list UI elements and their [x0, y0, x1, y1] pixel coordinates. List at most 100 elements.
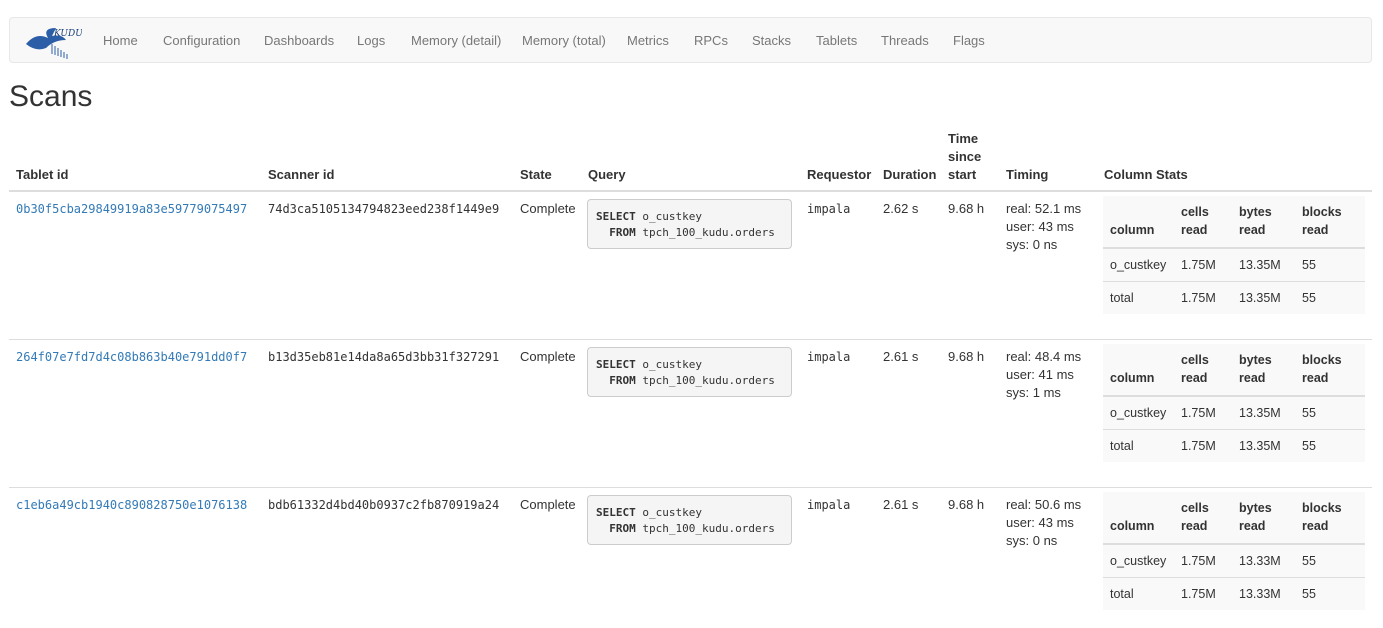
- query-select-columns: o_custkey: [642, 358, 702, 371]
- stats-cells-read: 1.75M: [1174, 428, 1232, 462]
- stats-cells-read: 1.75M: [1181, 405, 1216, 420]
- stats-cells-read: 1.75M: [1174, 280, 1232, 314]
- query-from-keyword: FROM: [609, 374, 636, 387]
- nav-memory-detail[interactable]: Memory (detail): [411, 33, 501, 48]
- query-select-columns: o_custkey: [642, 506, 702, 519]
- stats-cells-read: 1.75M: [1174, 576, 1232, 610]
- stats-bytes-read: 13.35M: [1239, 405, 1281, 420]
- stats-header-blocks-read: blocks read: [1295, 492, 1365, 545]
- stats-bytes-read: 13.35M: [1239, 257, 1281, 272]
- column-stats-table: column cells read bytes read blocks read o_cust…: [1103, 344, 1365, 462]
- time-since-start: 9.68 h: [948, 349, 985, 364]
- query-from-keyword: FROM: [609, 522, 636, 535]
- stats-row: total 1.75M 13.35M 55: [1103, 428, 1365, 462]
- stats-row: o_custkey 1.75M 13.35M 55: [1103, 248, 1365, 281]
- stats-cells-read: 1.75M: [1181, 257, 1216, 272]
- column-stats-table: column cells read bytes read blocks read o_cust…: [1103, 492, 1365, 610]
- timing-sys: sys: 1 ms: [1006, 385, 1061, 400]
- stats-column-name: total: [1103, 428, 1174, 462]
- header-duration: Duration: [883, 167, 937, 182]
- header-timing: Timing: [1006, 167, 1049, 182]
- query-box: SELECT o_custkey FROM tpch_100_kudu.orde…: [587, 347, 792, 397]
- page-title: Scans: [9, 80, 93, 113]
- scanner-id: bdb61332d4bd40b0937c2fb870919a24: [268, 498, 500, 512]
- query-from-table: tpch_100_kudu.orders: [642, 374, 775, 387]
- stats-header-column: column: [1103, 196, 1174, 249]
- nav-configuration[interactable]: Configuration: [163, 33, 240, 48]
- stats-blocks-read: 55: [1302, 257, 1316, 272]
- scan-state: Complete: [520, 497, 576, 512]
- stats-header-blocks-read: blocks read: [1295, 196, 1365, 249]
- nav-memory-total[interactable]: Memory (total): [522, 33, 606, 48]
- header-requestor: Requestor: [807, 167, 872, 182]
- query-select-keyword: SELECT: [596, 358, 636, 371]
- stats-column-name: o_custkey: [1110, 553, 1167, 568]
- header-state: State: [520, 167, 552, 182]
- header-query: Query: [588, 167, 626, 182]
- header-time-since-start: Time since start: [948, 131, 982, 182]
- timing-user: user: 41 ms: [1006, 367, 1074, 382]
- stats-bytes-read: 13.33M: [1232, 576, 1295, 610]
- header-divider: [9, 190, 1372, 192]
- duration: 2.61 s: [883, 349, 919, 364]
- tablet-id-link[interactable]: c1eb6a49cb1940c890828750e1076138: [16, 496, 247, 514]
- query-select-keyword: SELECT: [596, 506, 636, 519]
- top-navbar: KUDU Home Configuration Dashboards Logs …: [9, 17, 1372, 63]
- stats-bytes-read: 13.35M: [1232, 428, 1295, 462]
- tablet-id-link[interactable]: 264f07e7fd7d4c08b863b40e791dd0f7: [16, 348, 247, 366]
- query-from-keyword: FROM: [609, 226, 636, 239]
- stats-blocks-read: 55: [1302, 405, 1316, 420]
- query-from-table: tpch_100_kudu.orders: [642, 226, 775, 239]
- stats-blocks-read: 55: [1302, 553, 1316, 568]
- stats-row: total 1.75M 13.33M 55: [1103, 576, 1365, 610]
- stats-header-bytes-read: bytes read: [1232, 492, 1295, 545]
- nav-tablets[interactable]: Tablets: [816, 33, 857, 48]
- duration: 2.61 s: [883, 497, 919, 512]
- stats-blocks-read: 55: [1295, 576, 1365, 610]
- timing-sys: sys: 0 ns: [1006, 533, 1058, 548]
- stats-header-bytes-read: bytes read: [1232, 196, 1295, 249]
- stats-header-bytes-read: bytes read: [1232, 344, 1295, 397]
- requestor: impala: [807, 202, 851, 216]
- nav-logs[interactable]: Logs: [357, 33, 385, 48]
- row-divider: [9, 487, 1372, 488]
- header-tablet-id: Tablet id: [16, 167, 69, 182]
- nav-stacks[interactable]: Stacks: [752, 33, 791, 48]
- nav-flags[interactable]: Flags: [953, 33, 985, 48]
- tablet-id-link[interactable]: 0b30f5cba29849919a83e59779075497: [16, 200, 247, 218]
- stats-column-name: o_custkey: [1110, 405, 1167, 420]
- stats-row: o_custkey 1.75M 13.33M 55: [1103, 544, 1365, 577]
- query-box: SELECT o_custkey FROM tpch_100_kudu.orde…: [587, 495, 792, 545]
- stats-blocks-read: 55: [1295, 280, 1365, 314]
- stats-header-cells-read: cells read: [1174, 492, 1232, 545]
- nav-home[interactable]: Home: [103, 33, 138, 48]
- query-select-keyword: SELECT: [596, 210, 636, 223]
- query-from-table: tpch_100_kudu.orders: [642, 522, 775, 535]
- nav-rpcs[interactable]: RPCs: [694, 33, 728, 48]
- stats-bytes-read: 13.33M: [1239, 553, 1281, 568]
- timing: real: 52.1 ms user: 43 ms sys: 0 ns: [1006, 200, 1081, 254]
- scanner-id: b13d35eb81e14da8a65d3bb31f327291: [268, 350, 500, 364]
- row-divider: [9, 339, 1372, 340]
- nav-metrics[interactable]: Metrics: [627, 33, 669, 48]
- nav-threads[interactable]: Threads: [881, 33, 929, 48]
- timing-sys: sys: 0 ns: [1006, 237, 1058, 252]
- timing-real: real: 48.4 ms: [1006, 349, 1082, 364]
- stats-column-name: total: [1103, 576, 1174, 610]
- stats-row: total 1.75M 13.35M 55: [1103, 280, 1365, 314]
- column-stats-table: column cells read bytes read blocks read o_cust…: [1103, 196, 1365, 314]
- header-column-stats: Column Stats: [1104, 167, 1188, 182]
- time-since-start: 9.68 h: [948, 497, 985, 512]
- timing: real: 48.4 ms user: 41 ms sys: 1 ms: [1006, 348, 1081, 402]
- stats-bytes-read: 13.35M: [1232, 280, 1295, 314]
- nav-dashboards[interactable]: Dashboards: [264, 33, 334, 48]
- query-box: SELECT o_custkey FROM tpch_100_kudu.orde…: [587, 199, 792, 249]
- timing: real: 50.6 ms user: 43 ms sys: 0 ns: [1006, 496, 1081, 550]
- requestor: impala: [807, 350, 851, 364]
- timing-real: real: 50.6 ms: [1006, 497, 1082, 512]
- stats-header-cells-read: cells read: [1174, 196, 1232, 249]
- kudu-logo[interactable]: KUDU: [22, 24, 83, 60]
- stats-header-column: column: [1103, 492, 1174, 545]
- svg-text:KUDU: KUDU: [53, 29, 82, 39]
- query-select-columns: o_custkey: [642, 210, 702, 223]
